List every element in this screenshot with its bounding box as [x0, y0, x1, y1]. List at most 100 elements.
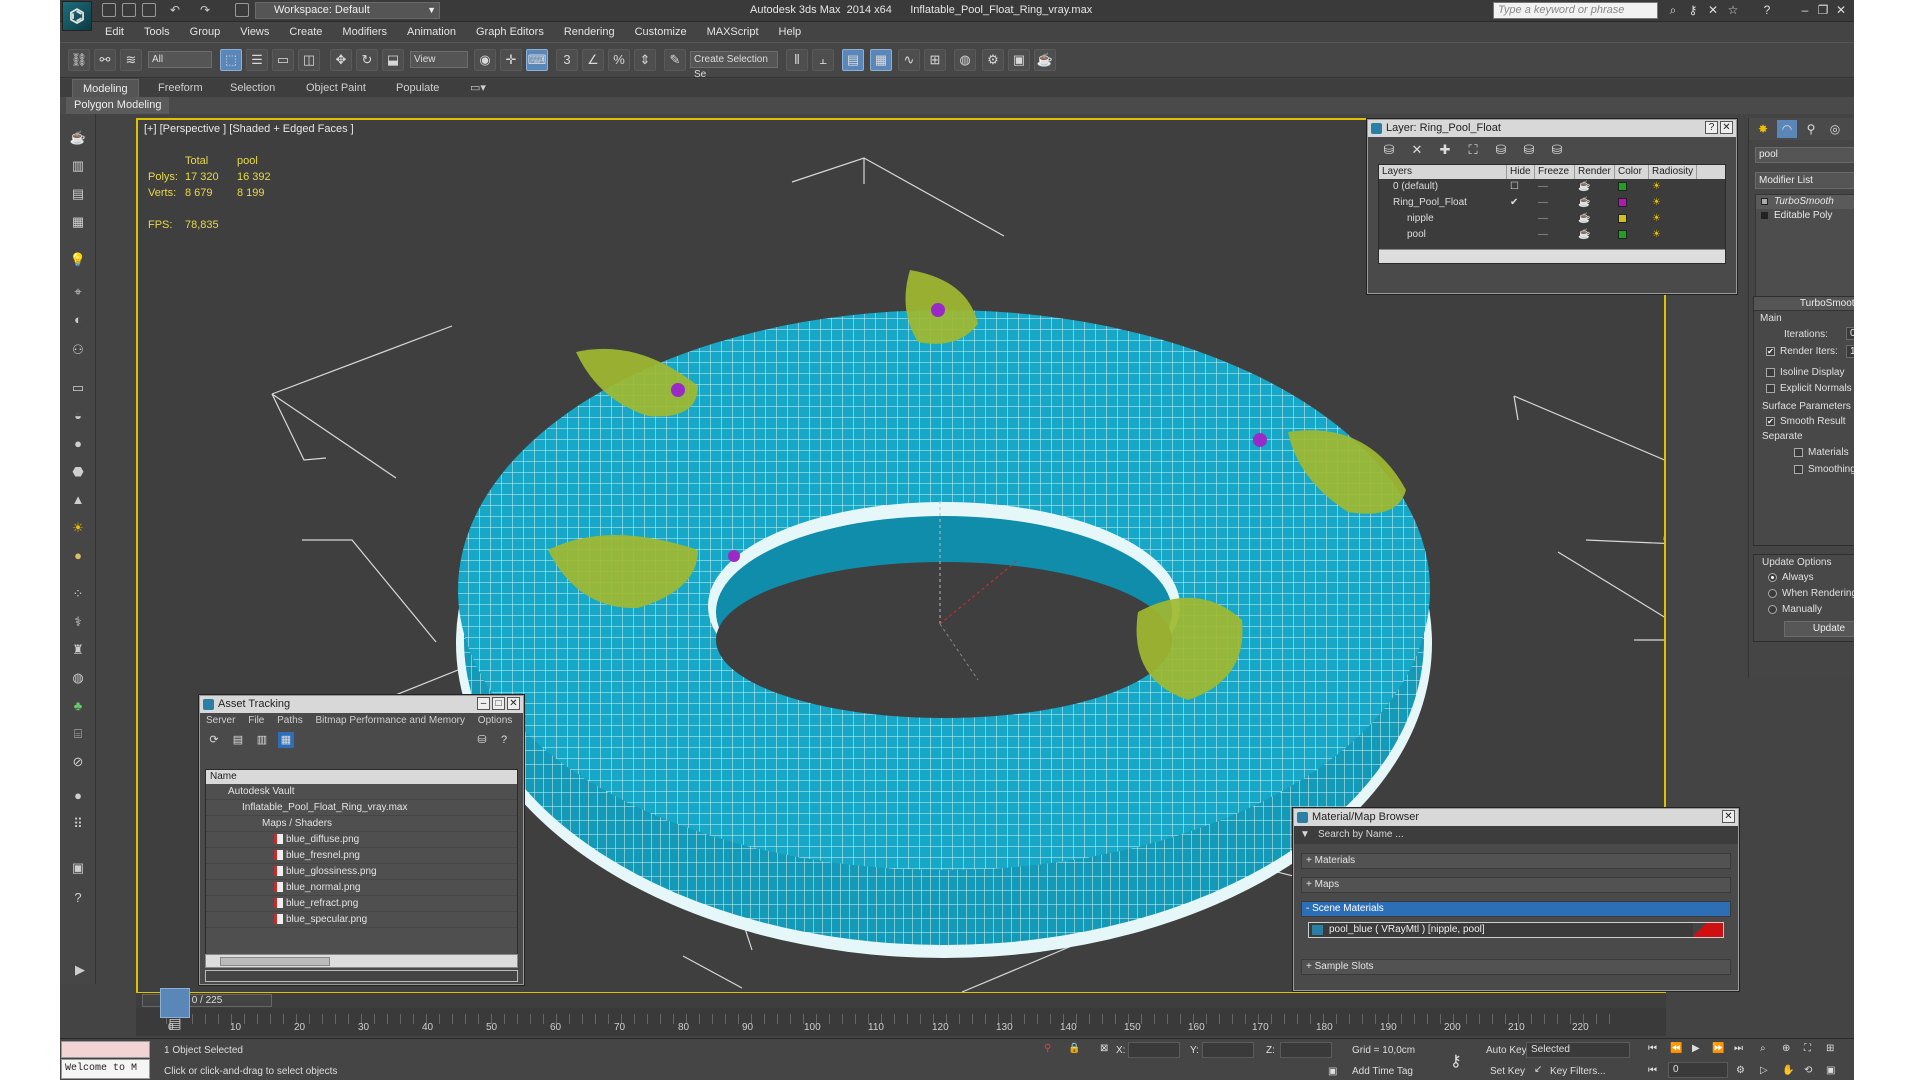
spinner-snap-icon[interactable]: ⇕ — [634, 49, 656, 71]
minimize-icon[interactable]: – — [1798, 3, 1812, 17]
freeze-dash[interactable]: — — [1535, 195, 1575, 211]
open-file-icon[interactable] — [122, 3, 136, 17]
section-scene-materials[interactable]: - Scene Materials — [1301, 901, 1731, 917]
help-button[interactable]: ? — [1705, 121, 1718, 134]
subscription-icon[interactable]: ⚷ — [1686, 3, 1700, 17]
selection-filter-dropdown[interactable]: All — [148, 51, 212, 68]
tab-populate[interactable]: Populate — [386, 79, 449, 97]
list-item[interactable]: blue_glossiness.png — [206, 864, 517, 880]
smoothing-groups-checkbox[interactable] — [1794, 465, 1803, 474]
close-icon[interactable]: ✕ — [1834, 3, 1848, 17]
menu-animation[interactable]: Animation — [397, 23, 466, 41]
explicit-normals-checkbox[interactable] — [1766, 384, 1775, 393]
tab-object-paint[interactable]: Object Paint — [296, 79, 376, 97]
close-button[interactable]: ✕ — [1720, 121, 1733, 134]
viewport-label[interactable]: [+] [Perspective ] [Shaded + Edged Faces… — [144, 123, 354, 135]
cone-icon[interactable]: ▲ — [68, 490, 88, 510]
teapot-icon[interactable]: ☕ — [1575, 195, 1615, 211]
communication-icon[interactable]: ✕ — [1706, 3, 1720, 17]
material-editor-icon[interactable]: ◍ — [954, 49, 976, 71]
z-coordinate-field[interactable] — [1280, 1042, 1332, 1058]
table-view-icon[interactable]: ▦ — [278, 732, 294, 748]
render-production-icon[interactable]: ☕ — [1034, 49, 1056, 71]
radiosity-icon[interactable]: ☀ — [1649, 195, 1689, 211]
layer-row[interactable]: pool — ☕ ☀ — [1379, 227, 1725, 243]
bulb-icon[interactable] — [1761, 198, 1768, 205]
plant-icon[interactable]: ♣ — [68, 696, 88, 716]
rendered-frame-window-icon[interactable]: ▣ — [1008, 49, 1030, 71]
helper-icon[interactable]: ⚇ — [68, 340, 88, 360]
rotate-icon[interactable]: ↻ — [356, 49, 378, 71]
time-slider[interactable]: 0 / 225 — [136, 993, 1666, 1008]
stairs-icon[interactable]: ⌸ — [68, 724, 88, 744]
menu-customize[interactable]: Customize — [625, 23, 697, 41]
hide-all-icon[interactable]: ⛁ — [1520, 141, 1538, 159]
search-icon[interactable]: ⌕ — [1666, 3, 1680, 17]
object-properties-icon[interactable]: ▣ — [68, 858, 88, 878]
asset-scrollbar[interactable] — [205, 954, 518, 968]
modify-tab-icon[interactable]: ◠ — [1777, 120, 1797, 138]
teapot-icon[interactable]: ☕ — [1575, 227, 1615, 243]
menu-modifiers[interactable]: Modifiers — [332, 23, 397, 41]
refresh-icon[interactable]: ⟳ — [206, 732, 222, 748]
grid-icon[interactable]: ▦ — [68, 212, 88, 232]
freeze-all-icon[interactable]: ⛁ — [1548, 141, 1566, 159]
new-file-icon[interactable] — [102, 3, 116, 17]
geosphere-icon[interactable]: ⬣ — [68, 462, 88, 482]
iterations-spinner[interactable]: 0 — [1846, 327, 1854, 340]
col-freeze[interactable]: Freeze — [1535, 165, 1575, 179]
asset-panel-titlebar[interactable]: Asset Tracking – □ ✕ — [200, 696, 523, 713]
isolate-icon[interactable]: ⚲ — [1044, 1043, 1051, 1054]
menu-views[interactable]: Views — [230, 23, 279, 41]
zoom-extents-all-icon[interactable]: ⊞ — [1826, 1043, 1834, 1054]
list-item[interactable]: blue_diffuse.png — [206, 832, 517, 848]
tab-selection[interactable]: Selection — [220, 79, 285, 97]
list-icon[interactable]: ▤ — [68, 184, 88, 204]
list-item[interactable]: blue_normal.png — [206, 880, 517, 896]
layer-color-swatch[interactable] — [1618, 229, 1627, 239]
maxscript-listener-output[interactable] — [61, 1041, 150, 1058]
key-mode-dropdown[interactable]: Selected — [1526, 1042, 1630, 1058]
sun-icon[interactable]: ☀ — [68, 518, 88, 538]
zoom-extents-icon[interactable]: ⛶ — [1804, 1043, 1811, 1054]
torus-icon[interactable]: ◐ — [68, 310, 88, 330]
goto-start-icon[interactable]: ⏮ — [1648, 1043, 1657, 1054]
always-radio[interactable] — [1768, 573, 1777, 582]
orbit-icon[interactable]: ⟲ — [1804, 1065, 1812, 1076]
radiosity-icon[interactable]: ☀ — [1649, 211, 1689, 227]
favorites-icon[interactable]: ☆ — [1726, 3, 1740, 17]
workspace-dropdown[interactable]: Workspace: Default ▼ — [255, 2, 440, 19]
detail-view-icon[interactable]: ▥ — [254, 732, 270, 748]
window-crossing-icon[interactable]: ◫ — [298, 49, 320, 71]
key-filters-button[interactable]: Key Filters... — [1550, 1066, 1606, 1077]
maximize-viewport-icon[interactable]: ▣ — [1826, 1065, 1835, 1076]
layer-row[interactable]: nipple — ☕ ☀ — [1379, 211, 1725, 227]
keyboard-shortcut-override-icon[interactable]: ⌨ — [526, 49, 548, 71]
asset-list-header[interactable]: Name — [206, 770, 517, 784]
select-by-name-icon[interactable]: ☰ — [246, 49, 268, 71]
menu-tools[interactable]: Tools — [134, 23, 180, 41]
ribbon-options-icon[interactable]: ▭▾ — [460, 79, 496, 97]
minimize-button[interactable]: – — [477, 697, 490, 710]
checkbox-icon[interactable]: ☐ — [1507, 179, 1535, 195]
help-icon[interactable]: ? — [496, 732, 512, 748]
layer-manager-icon[interactable]: ▤ — [842, 49, 864, 71]
create-tab-icon[interactable]: ✸ — [1753, 120, 1773, 138]
freeze-dash[interactable]: — — [1535, 179, 1575, 195]
set-key-button[interactable]: Set Key — [1490, 1066, 1525, 1077]
keyword-search-input[interactable]: Type a keyword or phrase — [1493, 2, 1658, 19]
menu-edit[interactable]: Edit — [95, 23, 134, 41]
mini-curve-editor-button[interactable] — [160, 988, 190, 1018]
col-layers[interactable]: Layers — [1379, 165, 1507, 179]
pivot-center-icon[interactable]: ◉ — [474, 49, 496, 71]
biped-icon[interactable]: ♜ — [68, 640, 88, 660]
vault-icon[interactable]: ⛁ — [474, 732, 490, 748]
play-icon[interactable]: ▶ — [1692, 1043, 1700, 1054]
layer-color-swatch[interactable] — [1618, 213, 1627, 223]
teapot-icon[interactable]: ☕ — [68, 128, 88, 148]
schematic-view-icon[interactable]: ⊞ — [924, 49, 946, 71]
add-to-layer-icon[interactable]: ✚ — [1436, 141, 1454, 159]
col-color[interactable]: Color — [1615, 165, 1649, 179]
bone-icon[interactable]: ⚕ — [68, 612, 88, 632]
asset-menu-paths[interactable]: Paths — [277, 715, 303, 726]
